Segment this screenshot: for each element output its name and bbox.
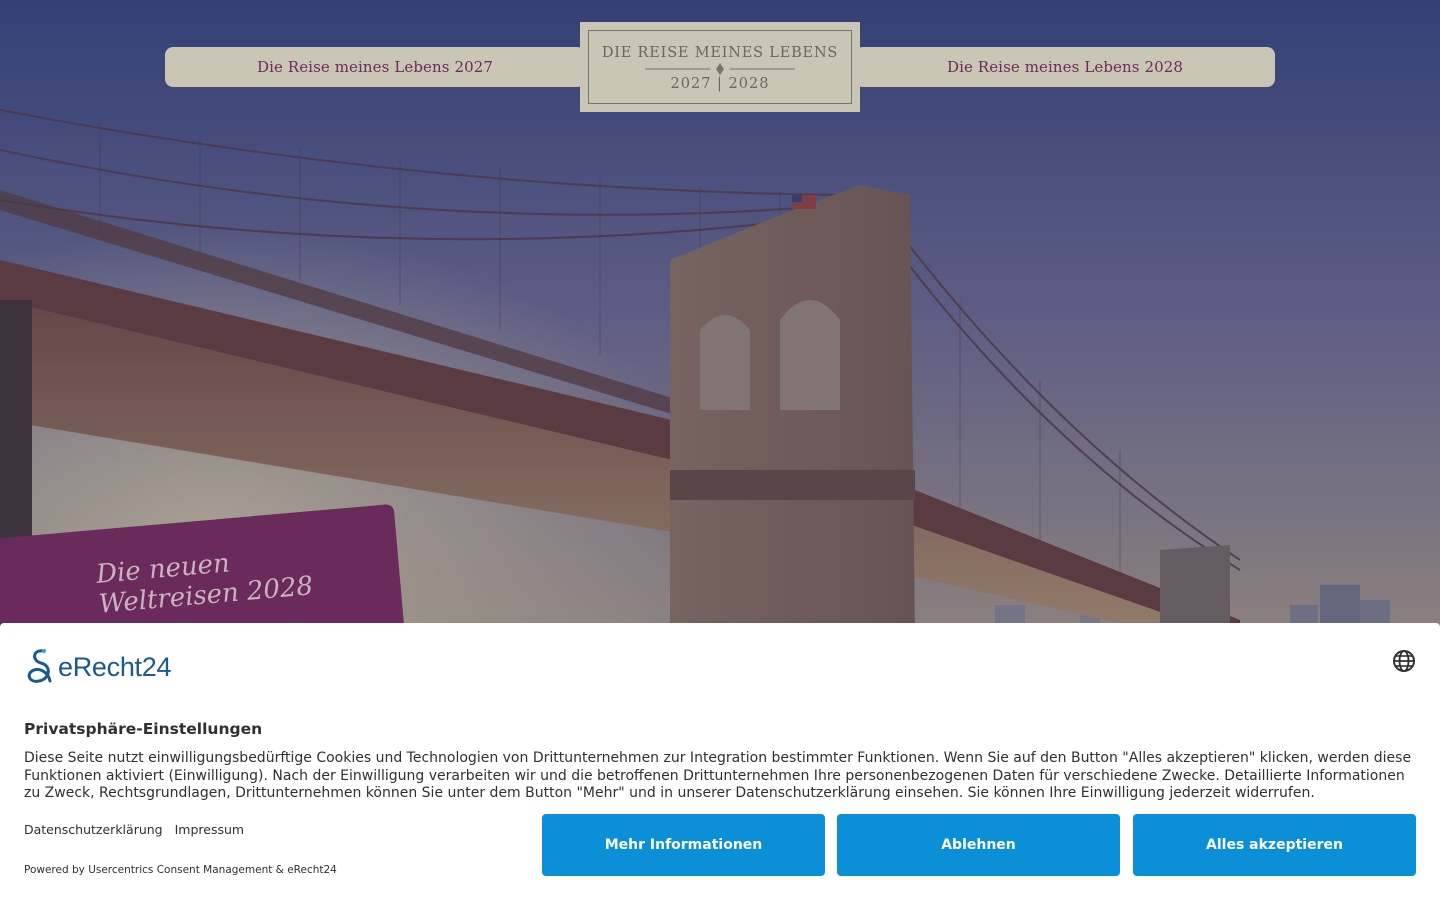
consent-description: Diese Seite nutzt einwilligungsbedürftig… xyxy=(24,750,1412,801)
nav-link-2027[interactable]: Die Reise meines Lebens 2027 xyxy=(165,47,585,87)
logo-years: 2027 | 2028 xyxy=(670,75,770,92)
site-logo[interactable]: DIE REISE MEINES LEBENS 2027 | 2028 xyxy=(580,22,860,112)
logo-title: DIE REISE MEINES LEBENS xyxy=(601,44,839,61)
language-globe-icon[interactable] xyxy=(1392,649,1416,673)
accept-all-button[interactable]: Alles akzeptieren xyxy=(1133,814,1416,876)
logo-frame: DIE REISE MEINES LEBENS 2027 | 2028 xyxy=(588,30,852,104)
privacy-policy-link[interactable]: Datenschutzerklärung xyxy=(24,822,163,837)
consent-links: Datenschutzerklärung Impressum xyxy=(24,822,244,837)
consent-banner: eRecht24 Privatsphäre-Einstellungen Dies… xyxy=(0,623,1440,900)
brand-name: eRecht24 xyxy=(58,651,172,682)
deny-button[interactable]: Ablehnen xyxy=(837,814,1120,876)
powered-by-text: Powered by Usercentrics Consent Manageme… xyxy=(24,864,337,876)
nav-link-2028[interactable]: Die Reise meines Lebens 2028 xyxy=(855,47,1275,87)
more-information-button[interactable]: Mehr Informationen xyxy=(542,814,825,876)
erecht24-logo-icon xyxy=(27,649,52,683)
imprint-link[interactable]: Impressum xyxy=(175,822,244,837)
consent-brand: eRecht24 xyxy=(24,647,171,687)
consent-title: Privatsphäre-Einstellungen xyxy=(24,720,263,738)
ornament-divider-icon xyxy=(645,62,795,75)
